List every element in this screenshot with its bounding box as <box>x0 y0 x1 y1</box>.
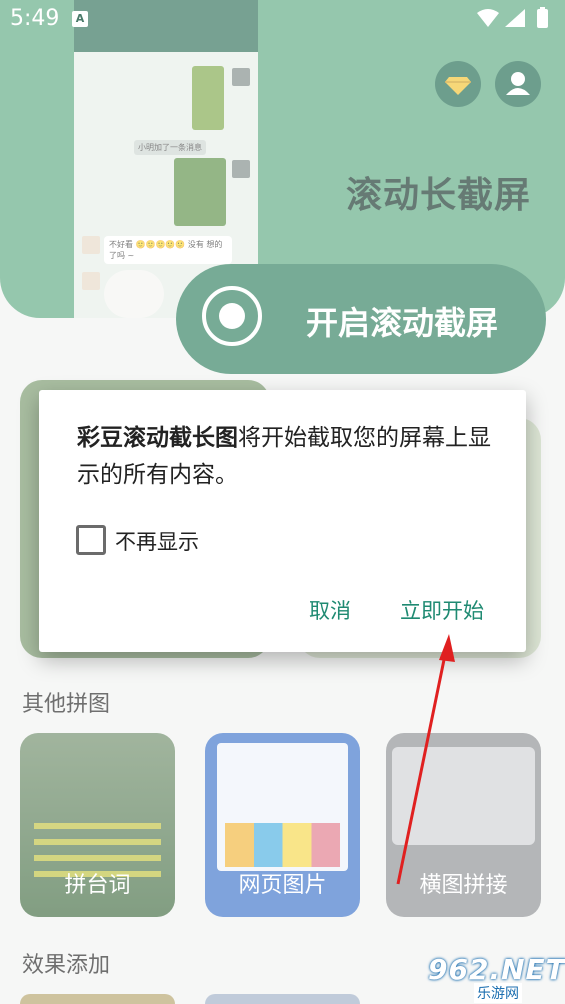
annotation-arrow <box>396 634 455 885</box>
watermark-subtext: 乐游网 <box>474 983 522 1003</box>
watermark-logo: 962.NET <box>428 953 565 986</box>
site-watermark: 962.NET 乐游网 <box>428 953 565 1003</box>
